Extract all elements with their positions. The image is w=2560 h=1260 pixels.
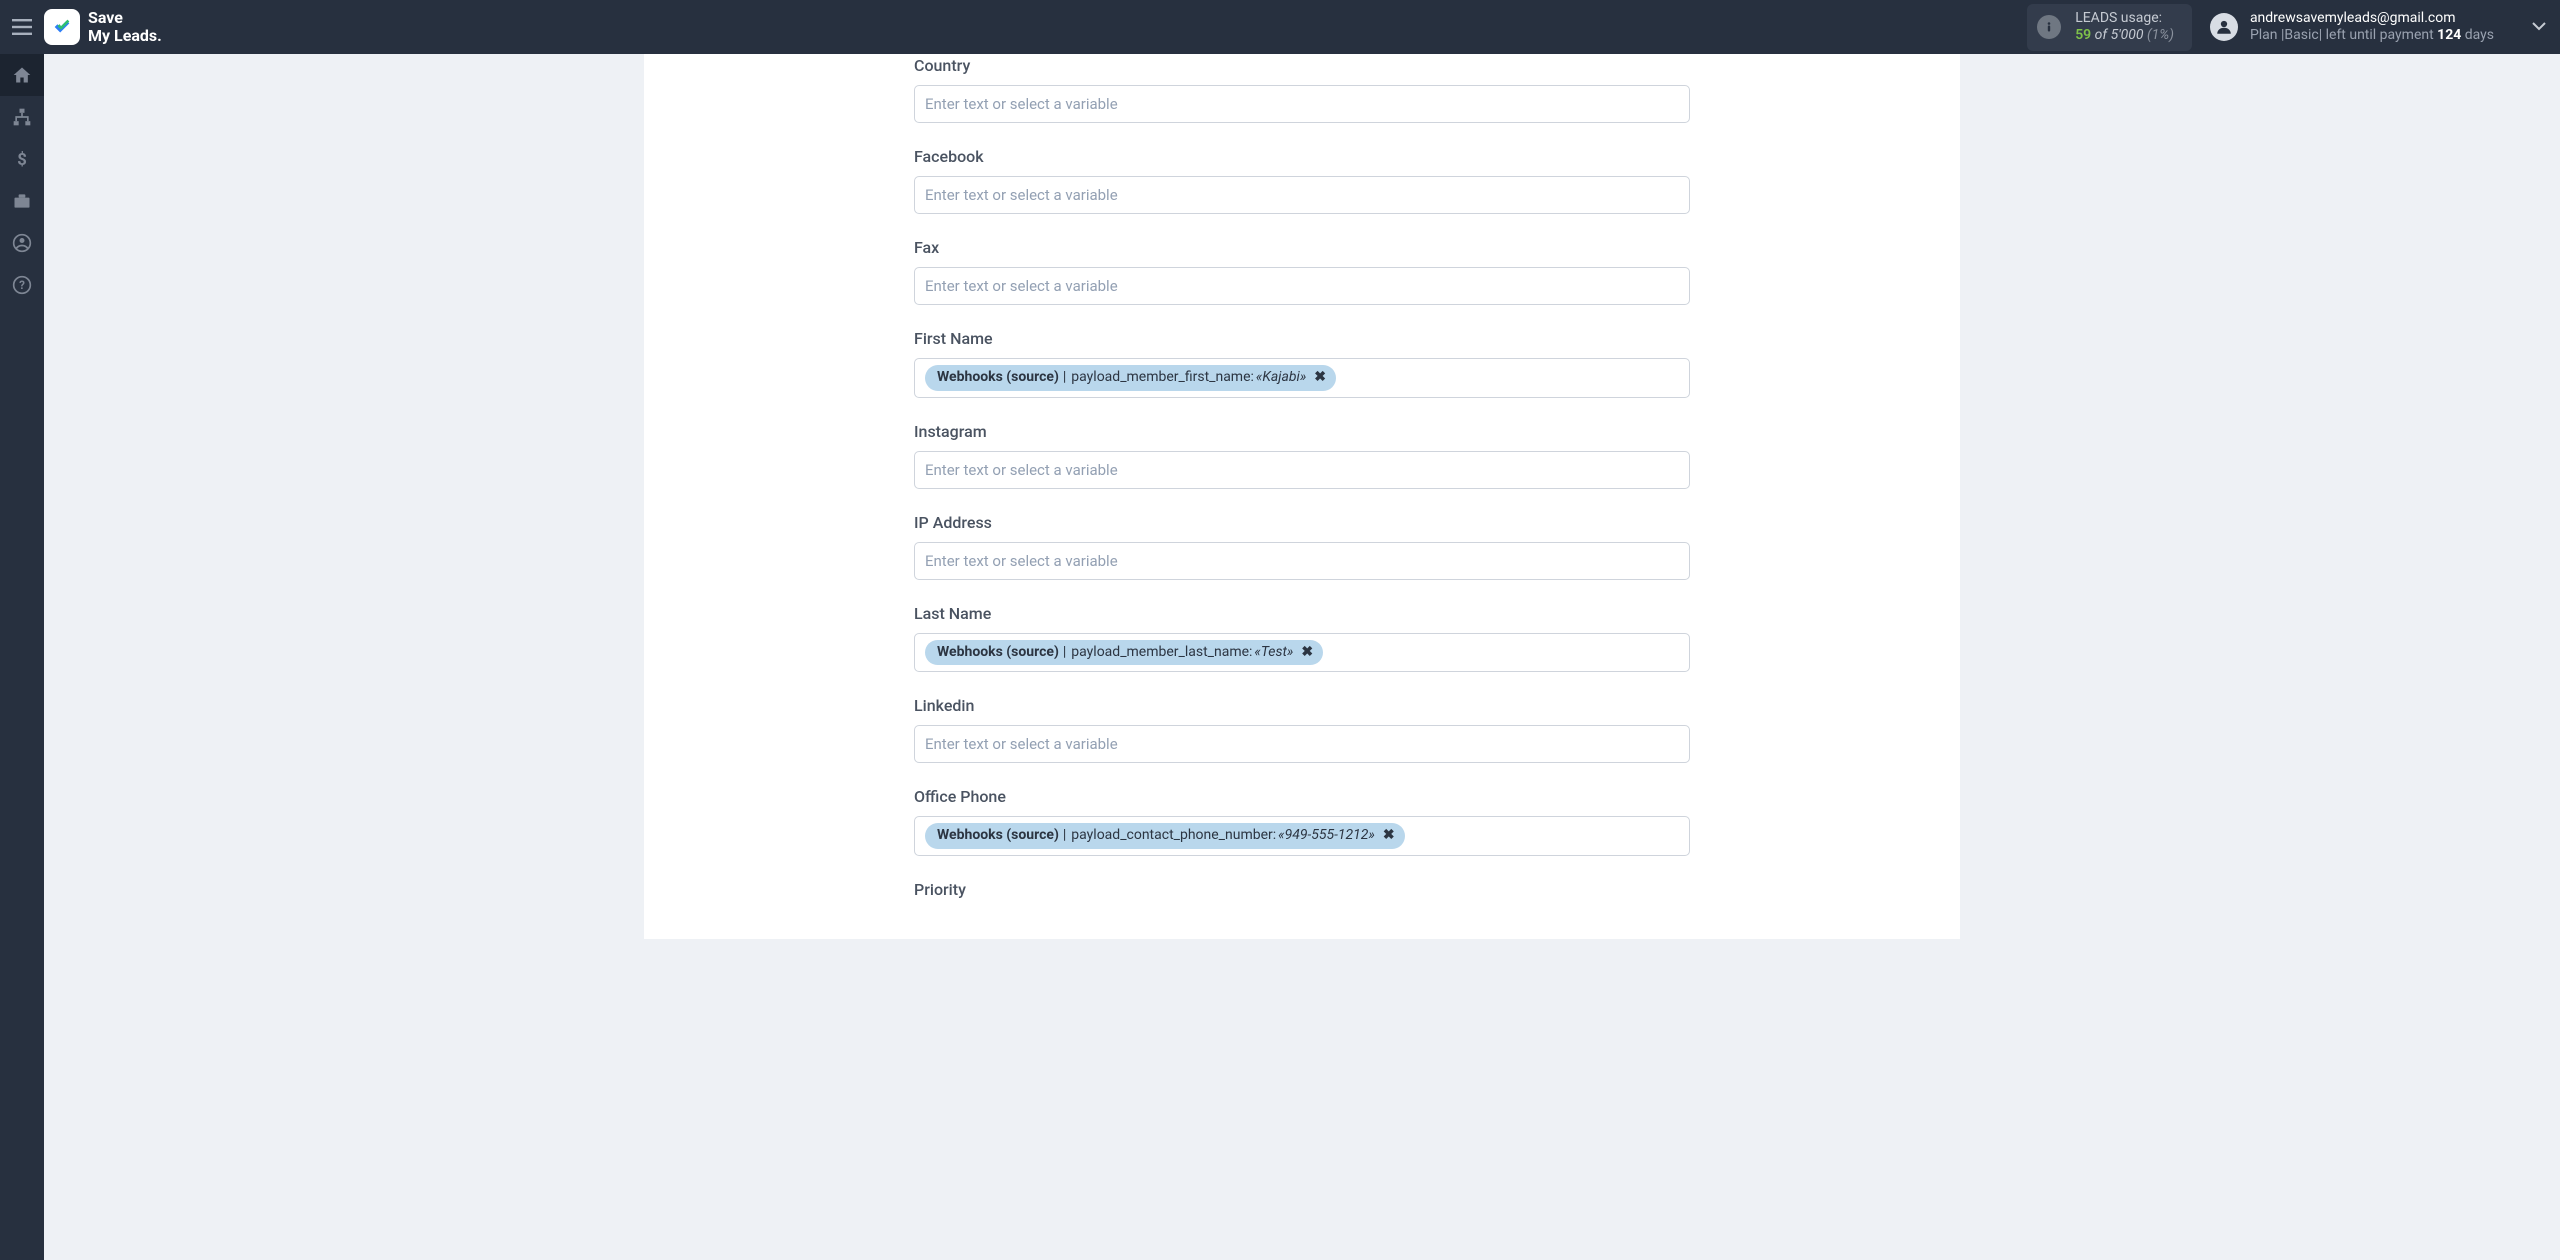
form-panel: CountryEnter text or select a variableFa… <box>644 54 1960 939</box>
tag-key: payload_member_last_name: <box>1071 643 1252 663</box>
field-placeholder: Enter text or select a variable <box>925 277 1118 295</box>
sidebar-item-connections[interactable] <box>0 96 44 138</box>
sidebar-item-billing[interactable]: $ <box>0 138 44 180</box>
chevron-down-icon <box>2532 22 2546 32</box>
app-logo[interactable]: Save My Leads. <box>44 9 162 45</box>
usage-used: 59 <box>2075 27 2091 43</box>
field: Instagram Enter text or select a variable <box>914 414 1690 489</box>
logo-mark <box>44 9 80 45</box>
field-label: Priority <box>914 880 1690 899</box>
profile-plan-line: Plan |Basic| left until payment 124 days <box>2250 27 2494 45</box>
tag-value: «949-555-1212» <box>1278 826 1375 846</box>
app-name: Save My Leads. <box>88 9 162 44</box>
field: Fax Enter text or select a variable <box>914 230 1690 305</box>
field: Last Name Webhooks (source) | payload_mem… <box>914 596 1690 673</box>
field-label: Instagram <box>914 422 1690 441</box>
sidebar-item-work[interactable] <box>0 180 44 222</box>
field-input[interactable]: Enter text or select a variable <box>914 267 1690 305</box>
tag-remove-button[interactable]: ✖ <box>1301 643 1313 663</box>
field-input[interactable]: Enter text or select a variable <box>914 725 1690 763</box>
field-label: First Name <box>914 329 1690 348</box>
sidebar-item-account[interactable] <box>0 222 44 264</box>
field: Office Phone Webhooks (source) | payload_… <box>914 779 1690 856</box>
tag-remove-button[interactable]: ✖ <box>1383 826 1395 846</box>
variable-tag: Webhooks (source) | payload_contact_phon… <box>925 823 1405 849</box>
field-input[interactable]: Webhooks (source) | payload_member_first… <box>914 358 1690 398</box>
field-label: Linkedin <box>914 696 1690 715</box>
user-circle-icon <box>12 233 32 253</box>
tag-remove-button[interactable]: ✖ <box>1314 368 1326 388</box>
field-input[interactable]: Enter text or select a variable <box>914 85 1690 123</box>
topbar: Save My Leads. LEADS usage: 59 of 5'000 … <box>0 0 2560 54</box>
field: Priority <box>914 872 1690 899</box>
field-placeholder: Enter text or select a variable <box>925 461 1118 479</box>
sidebar: $ ? <box>0 54 44 1260</box>
field-placeholder: Enter text or select a variable <box>925 186 1118 204</box>
tag-value: «Test» <box>1254 643 1293 663</box>
usage-label: LEADS usage: <box>2075 10 2174 28</box>
sitemap-icon <box>12 107 32 127</box>
usage-text: LEADS usage: 59 of 5'000 (1%) <box>2075 10 2174 45</box>
avatar <box>2210 13 2238 41</box>
field-placeholder: Enter text or select a variable <box>925 552 1118 570</box>
tag-value: «Kajabi» <box>1256 368 1306 388</box>
field-label: Office Phone <box>914 787 1690 806</box>
profile-text: andrewsavemyleads@gmail.com Plan |Basic|… <box>2250 10 2494 45</box>
tag-source: Webhooks (source) <box>937 643 1059 663</box>
info-icon <box>2037 15 2061 39</box>
app-name-line1: Save <box>88 9 162 27</box>
profile-chevron <box>2530 22 2548 32</box>
question-circle-icon: ? <box>12 275 32 295</box>
tag-key: payload_contact_phone_number: <box>1071 826 1276 846</box>
profile-email: andrewsavemyleads@gmail.com <box>2250 10 2494 28</box>
field-label: Country <box>914 56 1690 75</box>
check-icon <box>51 16 73 38</box>
field: Facebook Enter text or select a variable <box>914 139 1690 214</box>
field-label: Facebook <box>914 147 1690 166</box>
variable-tag: Webhooks (source) | payload_member_first… <box>925 365 1336 391</box>
leads-usage-box[interactable]: LEADS usage: 59 of 5'000 (1%) <box>2027 4 2192 51</box>
sidebar-item-home[interactable] <box>0 54 44 96</box>
field-input[interactable]: Enter text or select a variable <box>914 451 1690 489</box>
menu-toggle-button[interactable] <box>0 0 44 54</box>
sidebar-item-help[interactable]: ? <box>0 264 44 306</box>
svg-text:$: $ <box>17 151 27 169</box>
field-label: IP Address <box>914 513 1690 532</box>
field: IP Address Enter text or select a variabl… <box>914 505 1690 580</box>
usage-percent: (1%) <box>2147 27 2174 43</box>
profile-days-num: 124 <box>2437 27 2461 43</box>
tag-source: Webhooks (source) <box>937 826 1059 846</box>
svg-text:?: ? <box>19 278 25 292</box>
field-input[interactable]: Enter text or select a variable <box>914 542 1690 580</box>
field-input[interactable]: Webhooks (source) | payload_member_last_… <box>914 633 1690 673</box>
field-placeholder: Enter text or select a variable <box>925 735 1118 753</box>
tag-source: Webhooks (source) <box>937 368 1059 388</box>
briefcase-icon <box>12 191 32 211</box>
page: CountryEnter text or select a variableFa… <box>44 54 2560 939</box>
field-label: Fax <box>914 238 1690 257</box>
field: Linkedin Enter text or select a variable <box>914 688 1690 763</box>
usage-total: 5'000 <box>2111 27 2144 43</box>
profile-menu[interactable]: andrewsavemyleads@gmail.com Plan |Basic|… <box>2210 10 2548 45</box>
variable-tag: Webhooks (source) | payload_member_last_… <box>925 640 1323 666</box>
tag-key: payload_member_first_name: <box>1071 368 1254 388</box>
user-icon <box>2215 18 2233 36</box>
dollar-icon: $ <box>12 149 32 169</box>
hamburger-icon <box>12 19 32 35</box>
field-input[interactable]: Webhooks (source) | payload_contact_phon… <box>914 816 1690 856</box>
field-input[interactable]: Enter text or select a variable <box>914 176 1690 214</box>
field-label: Last Name <box>914 604 1690 623</box>
field-placeholder: Enter text or select a variable <box>925 95 1118 113</box>
field: Country Enter text or select a variable <box>914 54 1690 123</box>
field: First Name Webhooks (source) | payload_me… <box>914 321 1690 398</box>
app-name-line2: My Leads. <box>88 27 162 45</box>
home-icon <box>12 65 32 85</box>
